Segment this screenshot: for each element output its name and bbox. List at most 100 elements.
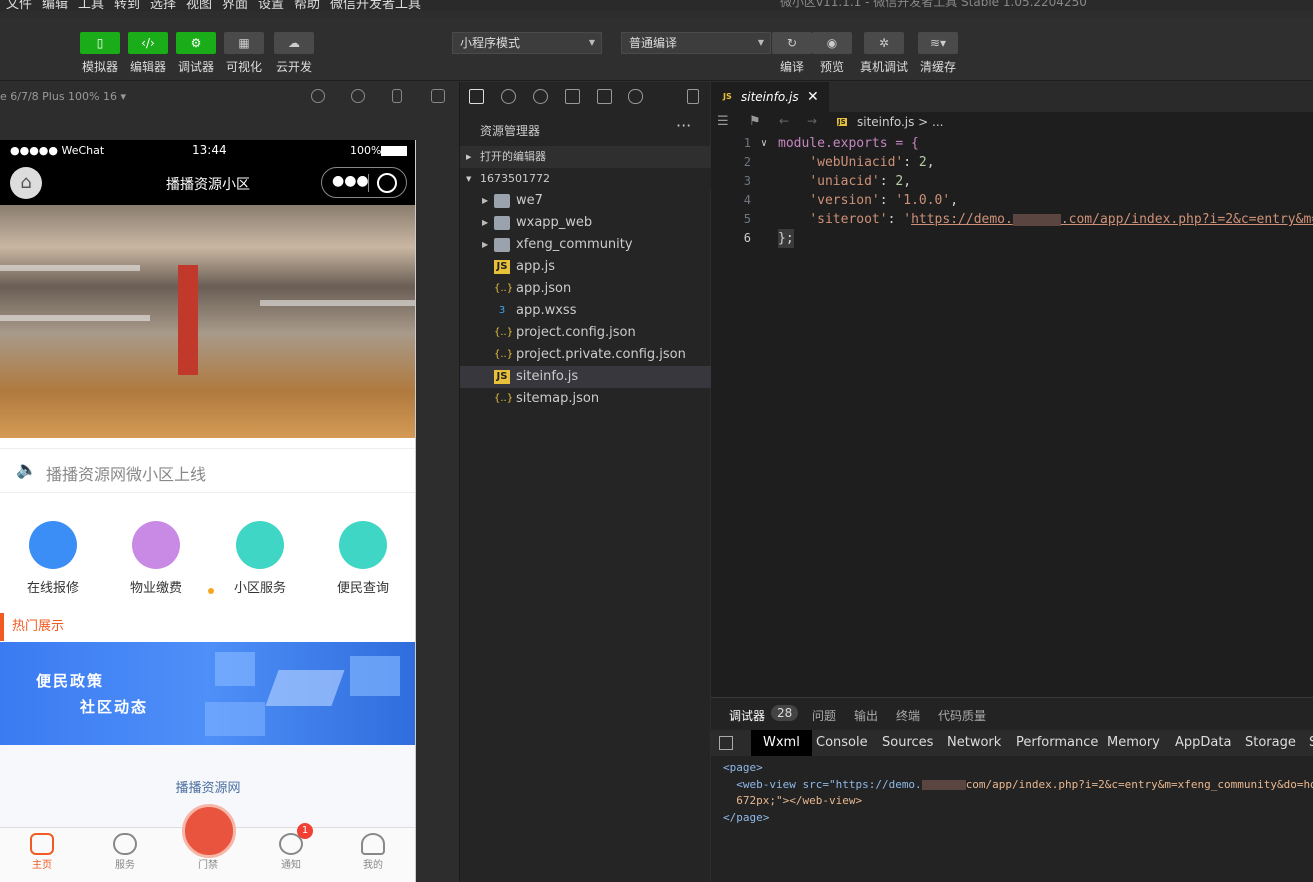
door-icon[interactable]: [182, 804, 236, 858]
file-item[interactable]: JS app.js: [460, 256, 711, 278]
tab-console[interactable]: Console: [816, 735, 868, 750]
explorer-title: 资源管理器: [480, 124, 541, 138]
rotate-icon[interactable]: [311, 89, 325, 103]
battery-text: 100%: [350, 144, 382, 157]
menu-goto[interactable]: 转到: [114, 0, 140, 12]
menu-file[interactable]: 文件: [6, 0, 32, 12]
tab-sources[interactable]: Sources: [882, 735, 933, 750]
back-icon[interactable]: ←: [779, 114, 789, 128]
menu-select[interactable]: 选择: [150, 0, 176, 12]
editor-tab-siteinfo[interactable]: JS siteinfo.js ✕: [711, 82, 829, 112]
service-grid: 在线报修 物业缴费 小区服务 便民查询: [0, 515, 415, 605]
tab-network[interactable]: Network: [947, 735, 1001, 750]
phone-simulator: ●●●●● WeChat 13:44 100% ⌂ 播播资源小区 ●●● 🔈 播…: [0, 140, 416, 882]
debugger-button[interactable]: ⚙ 调试器: [176, 32, 216, 75]
file-item[interactable]: {..} project.private.config.json: [460, 344, 711, 366]
list-icon[interactable]: ☰: [717, 114, 729, 129]
tab-service[interactable]: 服务: [95, 856, 155, 871]
debugger-label: 调试器: [177, 60, 214, 74]
collapse-panel-icon[interactable]: [687, 89, 699, 104]
tab-debugger[interactable]: 调试器: [729, 707, 765, 724]
tab-output[interactable]: 输出: [854, 707, 878, 724]
capsule-menu[interactable]: ●●●: [321, 167, 407, 198]
device-select[interactable]: e 6/7/8 Plus 100% 16 ▾: [0, 90, 126, 103]
forward-icon[interactable]: →: [807, 114, 817, 128]
stop-icon[interactable]: [351, 89, 365, 103]
more-actions-icon[interactable]: ···: [676, 116, 691, 135]
clear-cache-button[interactable]: ≋▾ 清缓存: [918, 32, 958, 75]
files-icon[interactable]: [469, 89, 484, 104]
wxml-tree[interactable]: <page> <web-view src="https://demo. com/a…: [723, 760, 1313, 826]
tab-home[interactable]: 主页: [12, 856, 72, 871]
file-item[interactable]: {..} app.json: [460, 278, 711, 300]
store-banner-image[interactable]: [0, 205, 415, 438]
grid-item-query[interactable]: 便民查询: [313, 515, 413, 596]
file-item[interactable]: {..} sitemap.json: [460, 388, 711, 410]
menu-settings[interactable]: 设置: [258, 0, 284, 12]
editor-button[interactable]: ‹/› 编辑器: [128, 32, 168, 75]
file-item[interactable]: ▶ xfeng_community: [460, 234, 711, 256]
mode-select[interactable]: 小程序模式 ▼: [452, 32, 602, 54]
grid-label: 在线报修: [26, 581, 79, 596]
file-item[interactable]: ▶ we7: [460, 190, 711, 212]
tab-problems[interactable]: 问题: [812, 707, 836, 724]
file-item[interactable]: 3 app.wxss: [460, 300, 711, 322]
bug-icon: ✲: [864, 32, 904, 54]
promo-banner[interactable]: 便民政策 社区动态: [0, 642, 415, 745]
menu-devtools[interactable]: 微信开发者工具: [330, 0, 421, 12]
compile-button[interactable]: ↻ 编译: [772, 32, 812, 75]
preview-button[interactable]: ◉ 预览: [812, 32, 852, 75]
file-item[interactable]: ▶ wxapp_web: [460, 212, 711, 234]
simulator-button[interactable]: ▯ 模拟器: [80, 32, 120, 75]
menu-view[interactable]: 视图: [186, 0, 212, 12]
tab-terminal[interactable]: 终端: [896, 707, 920, 724]
menu-interface[interactable]: 界面: [222, 0, 248, 12]
tab-notify[interactable]: 通知: [261, 856, 321, 871]
remote-debug-button[interactable]: ✲ 真机调试: [860, 32, 908, 75]
file-item[interactable]: {..} project.config.json: [460, 322, 711, 344]
file-item-selected[interactable]: JS siteinfo.js: [460, 366, 711, 388]
grid-item-repair[interactable]: 在线报修: [3, 515, 103, 596]
open-editors-section[interactable]: ▶ 打开的编辑器: [460, 146, 711, 168]
phone-icon[interactable]: [392, 89, 402, 103]
inspect-icon[interactable]: [719, 736, 733, 750]
storage-icon[interactable]: [597, 89, 612, 104]
more-icon[interactable]: ●●●: [332, 173, 369, 189]
git-branch-icon[interactable]: [533, 89, 548, 104]
tab-memory[interactable]: Memory: [1107, 735, 1160, 750]
tab-storage[interactable]: Storage: [1245, 735, 1296, 750]
close-miniprogram-icon[interactable]: [377, 173, 397, 193]
tab-more[interactable]: S: [1309, 735, 1313, 750]
line-number: 5: [743, 212, 751, 226]
grid-item-service[interactable]: 小区服务: [210, 515, 310, 596]
menu-tools[interactable]: 工具: [78, 0, 104, 12]
menu-edit[interactable]: 编辑: [42, 0, 68, 12]
tab-wxml[interactable]: Wxml: [751, 730, 812, 756]
bookmark-icon[interactable]: ⚑: [749, 114, 761, 129]
project-section[interactable]: ▼ 1673501772: [460, 168, 711, 190]
simulator-label: 模拟器: [81, 60, 118, 74]
code-area[interactable]: 1 2 3 4 5 6 ∨ module.exports = { 'webUni…: [711, 134, 1313, 697]
extensions-icon[interactable]: [565, 89, 580, 104]
search-icon[interactable]: [501, 89, 516, 104]
tab-mine[interactable]: 我的: [343, 856, 403, 871]
notice-bar[interactable]: 🔈 播播资源网微小区上线: [0, 448, 415, 493]
detach-icon[interactable]: [431, 89, 445, 103]
file-name: xfeng_community: [516, 237, 633, 252]
tab-performance[interactable]: Performance: [1016, 735, 1098, 750]
breadcrumb-path[interactable]: siteinfo.js > ...: [857, 115, 944, 129]
fold-chevron-icon[interactable]: ∨: [761, 134, 767, 153]
grid-item-fees[interactable]: 物业缴费: [106, 515, 206, 596]
visual-button[interactable]: ▦ 可视化: [224, 32, 264, 75]
cloud-button[interactable]: ☁ 云开发: [274, 32, 314, 75]
refresh-icon: ↻: [772, 32, 812, 54]
menu-help[interactable]: 帮助: [294, 0, 320, 12]
file-name: project.private.config.json: [516, 347, 686, 362]
tab-code-quality[interactable]: 代码质量: [938, 707, 986, 724]
docker-icon[interactable]: [628, 89, 643, 104]
close-icon[interactable]: ✕: [807, 82, 819, 112]
tab-access[interactable]: 门禁: [178, 856, 238, 871]
code-token: 'version': [809, 193, 880, 208]
tab-appdata[interactable]: AppData: [1175, 735, 1231, 750]
compile-select[interactable]: 普通编译 ▼: [621, 32, 771, 54]
